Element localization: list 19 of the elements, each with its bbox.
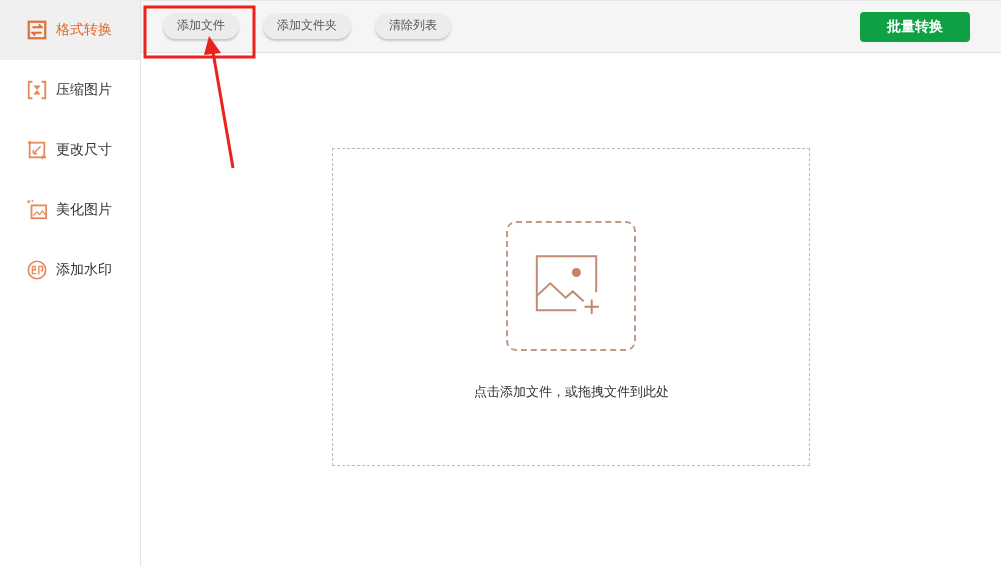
sidebar-item-label: 更改尺寸 bbox=[56, 141, 112, 159]
toolbar-button[interactable]: 添加文件 bbox=[163, 12, 239, 39]
sidebar-item[interactable]: 添加水印 bbox=[0, 240, 140, 300]
resize-icon bbox=[26, 139, 48, 161]
swap-icon bbox=[26, 19, 48, 41]
drop-hint: 点击添加文件，或拖拽文件到此处 bbox=[473, 383, 669, 401]
sparkle-image-icon bbox=[26, 199, 48, 221]
drop-zone[interactable]: 点击添加文件，或拖拽文件到此处 bbox=[332, 148, 810, 466]
sidebar-item-label: 压缩图片 bbox=[56, 81, 112, 99]
sidebar-item[interactable]: 美化图片 bbox=[0, 180, 140, 240]
sidebar-item-label: 格式转换 bbox=[56, 21, 112, 39]
sidebar-item[interactable]: 压缩图片 bbox=[0, 60, 140, 120]
toolbar-button[interactable]: 添加文件夹 bbox=[263, 12, 351, 39]
stamp-icon bbox=[26, 259, 48, 281]
sidebar-item-label: 添加水印 bbox=[56, 261, 112, 279]
toolbar-button[interactable]: 清除列表 bbox=[375, 12, 451, 39]
sidebar-item[interactable]: 更改尺寸 bbox=[0, 120, 140, 180]
add-image-icon bbox=[506, 221, 636, 351]
sidebar-item-label: 美化图片 bbox=[56, 201, 112, 219]
